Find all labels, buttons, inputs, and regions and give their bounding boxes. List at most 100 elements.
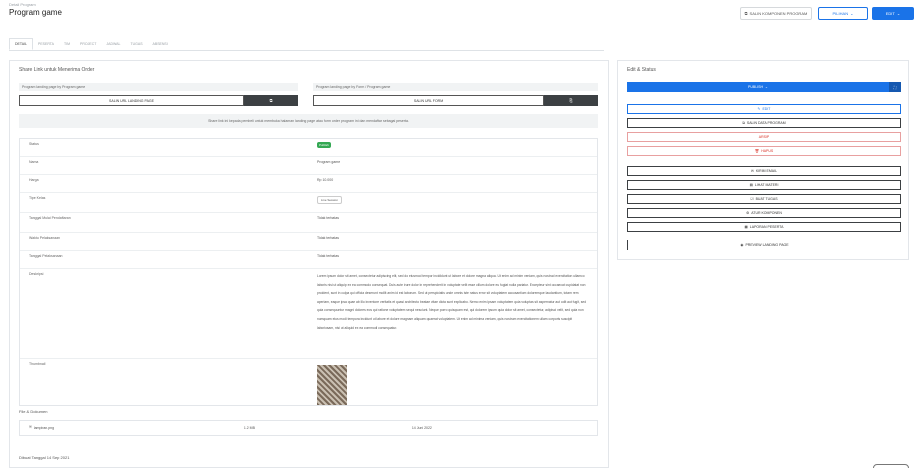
mail-icon: ✉ xyxy=(750,169,754,173)
share-form-block: Program landing page by Form / Program g… xyxy=(313,83,598,106)
row-value: Rp 10.000 xyxy=(317,178,334,182)
delete-button[interactable]: 🗑 HAPUS xyxy=(627,146,901,156)
copy-program-components-label: SALIN KOMPONEN PROGRAM xyxy=(749,11,808,16)
trash-icon: 🗑 xyxy=(754,149,760,153)
page-title: Program game xyxy=(9,8,62,17)
tab-tim[interactable]: TIM xyxy=(59,38,75,50)
expand-icon[interactable]: ⛶ xyxy=(889,82,901,92)
row-value: Program game xyxy=(317,160,341,164)
row-value: Tidak terbatas xyxy=(317,236,340,240)
table-row: Status Publish xyxy=(20,139,597,157)
copy-program-data-button[interactable]: ⧉ SALIN DATA PROGRAM xyxy=(627,118,901,128)
report-icon: ▦ xyxy=(744,225,748,229)
tab-detail[interactable]: DETAIL xyxy=(9,38,33,50)
status-badge: Publish xyxy=(317,142,331,148)
chevron-down-icon: ⌄ xyxy=(850,11,854,16)
eye-icon: ◉ xyxy=(740,243,744,247)
row-key: Deskripsi xyxy=(29,272,44,276)
participant-report-button[interactable]: ▦ LAPORAN PESERTA xyxy=(627,222,901,232)
table-row: Tanggal Pelaksanaan Tidak terbatas xyxy=(20,251,597,269)
breadcrumb[interactable]: Detail Program xyxy=(9,2,36,7)
share-form-label: Program landing page by Form / Program g… xyxy=(313,83,598,91)
detail-table: Status Publish Nama Program game Harga R… xyxy=(19,138,598,406)
task-icon: ☑ xyxy=(750,197,754,201)
share-link-title: Share Link untuk Menerima Order xyxy=(19,67,95,73)
tab-bar: DETAIL PESERTA TIM PROJECT JADWAL TUGAS … xyxy=(9,38,173,50)
table-row: Deskripsi Lorem ipsum dolor sit amet, co… xyxy=(20,269,597,359)
files-section-title: File & Dokumen xyxy=(19,409,48,414)
send-email-label: KIRIM EMAIL xyxy=(755,169,778,173)
tab-tugas[interactable]: TUGAS xyxy=(125,38,147,50)
edit-menu-label: EDIT xyxy=(885,11,895,16)
file-icon: 🗎 xyxy=(29,425,32,429)
file-row[interactable]: 🗎 lampiran.png 1.2 MB 14 Juni 2022 xyxy=(19,420,598,436)
tab-absensi[interactable]: ABSENSI xyxy=(148,38,173,50)
create-task-button[interactable]: ☑ BUAT TUGAS xyxy=(627,194,901,204)
manage-components-button[interactable]: ⚙ ATUR KOMPONEN xyxy=(627,208,901,218)
manage-components-label: ATUR KOMPONEN xyxy=(751,211,782,215)
row-key: Status xyxy=(29,142,39,146)
tab-divider xyxy=(9,50,604,51)
status-label: PUBLISH xyxy=(748,85,764,89)
edit-button[interactable]: ✎ EDIT xyxy=(627,104,901,114)
options-button[interactable]: PILIHAN ⌄ xyxy=(818,7,868,20)
file-size: 1.2 MB xyxy=(243,426,255,430)
participant-report-label: LAPORAN PESERTA xyxy=(749,225,784,229)
row-value: Tidak terbatas xyxy=(317,216,340,220)
row-key: Nama xyxy=(29,160,39,164)
row-key: Waktu Pelaksanaan xyxy=(29,236,60,240)
table-row: Nama Program game xyxy=(20,157,597,175)
row-key: Tanggal Mulai Pendaftaran xyxy=(29,216,71,220)
table-row: Tanggal Mulai Pendaftaran Tidak terbatas xyxy=(20,213,597,233)
archive-button[interactable]: ARSIP xyxy=(627,132,901,142)
copy-program-data-label: SALIN DATA PROGRAM xyxy=(746,121,786,125)
row-key: Thumbnail xyxy=(29,362,46,366)
row-value: Live Session xyxy=(317,196,343,204)
copy-icon: ⧉ xyxy=(742,121,745,125)
tab-jadwal[interactable]: JADWAL xyxy=(101,38,125,50)
chevron-down-icon: ⌄ xyxy=(896,11,901,16)
row-value: Publish xyxy=(317,142,331,148)
archive-label: ARSIP xyxy=(758,135,770,139)
tab-peserta[interactable]: PESERTA xyxy=(33,38,59,50)
options-label: PILIHAN xyxy=(832,11,849,16)
create-task-label: BUAT TUGAS xyxy=(755,197,778,201)
share-landing-url: SALIN URL LANDING PAGE ⧉ xyxy=(19,95,298,106)
table-row: Harga Rp 10.000 xyxy=(20,175,597,193)
row-key: Tipe Kelas xyxy=(29,196,46,200)
description-text: Lorem ipsum dolor sit amet, consectetur … xyxy=(317,274,587,330)
row-key: Harga xyxy=(29,178,39,182)
preview-landing-page-label: PREVIEW LANDING PAGE xyxy=(745,243,789,247)
book-icon: ▤ xyxy=(749,183,753,187)
thumbnail-image[interactable] xyxy=(317,365,347,405)
file-name[interactable]: lampiran.png xyxy=(34,426,244,430)
table-row: Thumbnail xyxy=(20,359,597,405)
copy-program-components-button[interactable]: ⧉ SALIN KOMPONEN PROGRAM xyxy=(740,7,812,20)
file-date: 14 Juni 2022 xyxy=(411,426,432,430)
edit-menu-button[interactable]: EDIT ⌄ xyxy=(872,7,914,20)
copy-form-url-button[interactable]: ⎘ xyxy=(544,95,598,106)
copy-landing-url-button[interactable]: ⧉ xyxy=(244,95,298,106)
share-landing-block: Program landing page by Program game SAL… xyxy=(19,83,298,106)
class-type-pill: Live Session xyxy=(317,196,343,204)
row-key: Tanggal Pelaksanaan xyxy=(29,254,63,258)
edit-status-title: Edit & Status xyxy=(627,67,656,73)
share-note: Share link ini kepada pembeli untuk memb… xyxy=(19,114,598,128)
chevron-down-icon: ⌄ xyxy=(765,85,768,89)
edit-icon: ✎ xyxy=(757,107,761,111)
delete-label: HAPUS xyxy=(761,149,774,153)
scroll-to-top-button[interactable] xyxy=(873,464,909,468)
copy-icon: ⧉ xyxy=(744,11,748,16)
share-landing-label: Program landing page by Program game xyxy=(19,83,298,91)
view-material-label: LIHAT MATERI xyxy=(754,183,779,187)
landing-url-field[interactable]: SALIN URL LANDING PAGE xyxy=(19,95,244,106)
view-material-button[interactable]: ▤ LIHAT MATERI xyxy=(627,180,901,190)
form-url-field[interactable]: SALIN URL FORM xyxy=(313,95,544,106)
table-row: Tipe Kelas Live Session xyxy=(20,193,597,213)
status-dropdown[interactable]: PUBLISH ⌄ ⛶ xyxy=(627,82,901,92)
send-email-button[interactable]: ✉ KIRIM EMAIL xyxy=(627,166,901,176)
preview-landing-page-button[interactable]: ◉ PREVIEW LANDING PAGE xyxy=(627,240,901,250)
created-date: Dibuat Tanggal 14 Sep 2021 xyxy=(19,455,70,460)
tab-project[interactable]: PROJECT xyxy=(75,38,101,50)
status-dropdown-main[interactable]: PUBLISH ⌄ xyxy=(627,82,889,92)
